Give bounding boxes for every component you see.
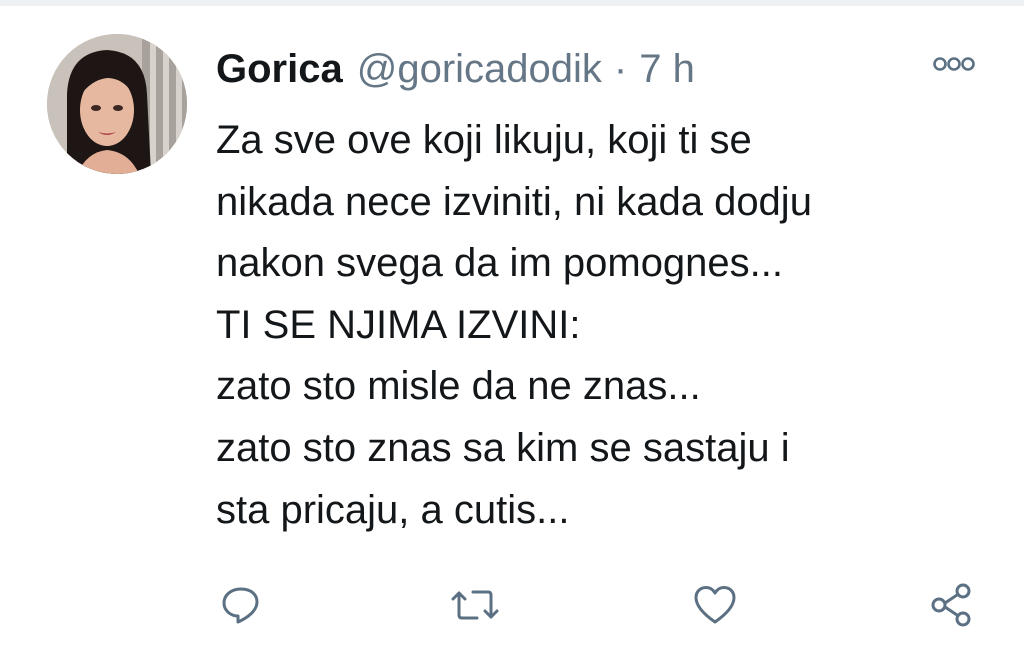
tweet-timestamp[interactable]: 7 h (639, 44, 695, 94)
tweet-text-line: nikada nece izviniti, ni kada dodju (216, 179, 812, 224)
tweet-text-line: sta pricaju, a cutis... (216, 487, 570, 532)
like-button[interactable] (690, 580, 740, 630)
reply-icon (222, 587, 259, 624)
author-handle[interactable]: @goricadodik (357, 44, 602, 94)
tweet-text-line: TI SE NJIMA IZVINI: (216, 302, 581, 347)
top-divider (0, 0, 1024, 6)
retweet-button[interactable] (450, 580, 500, 630)
tweet-text-line: nakon svega da im pomognes... (216, 241, 784, 286)
share-button[interactable] (926, 580, 976, 630)
retweet-icon (451, 590, 499, 620)
header-separator: · (613, 47, 628, 91)
tweet-text-line: Za sve ove koji likuju, koji ti se (216, 118, 752, 162)
tweet-card[interactable]: Gorica @goricadodik · 7 h Za sve ove koj… (0, 0, 1024, 658)
heart-icon (694, 586, 736, 624)
avatar[interactable] (47, 34, 187, 174)
reply-button[interactable] (216, 580, 266, 630)
tweet-header: Gorica @goricadodik · 7 h (216, 44, 695, 94)
tweet-text-line: zato sto znas sa kim se sastaju i (216, 425, 790, 470)
tweet-actions (0, 580, 1024, 630)
avatar-image (47, 34, 187, 174)
tweet-text-line: zato sto misle da ne znas... (216, 364, 701, 409)
more-options-button[interactable] (930, 50, 978, 78)
tweet-text: Za sve ove koji likuju, koji ti se nikad… (216, 110, 996, 541)
share-icon (931, 583, 971, 627)
more-options-icon (933, 57, 975, 71)
author-name[interactable]: Gorica (216, 44, 343, 94)
